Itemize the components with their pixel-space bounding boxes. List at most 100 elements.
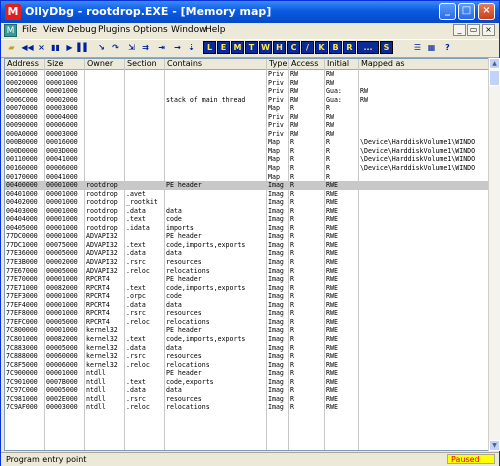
table-row[interactable]: 7C888000 00060000 kernel32 .rsrc resources Im…: [5, 352, 488, 361]
column-header-address[interactable]: Address: [5, 59, 45, 69]
vertical-scrollbar[interactable]: ▲ ▼: [488, 58, 500, 451]
column-header-mapped-as[interactable]: Mapped as: [359, 59, 488, 69]
cell-owner: RPCRT4: [86, 300, 110, 309]
table-row[interactable]: 7C883000 00005000 kernel32 .data data Imag R RW…: [5, 344, 488, 353]
scroll-down-arrow-icon[interactable]: ▼: [489, 440, 500, 451]
table-row[interactable]: 00402000 00001000 rootdrop _rootkit Imag R RWE: [5, 198, 488, 207]
step-into-icon[interactable]: ↘: [95, 41, 108, 54]
column-header-owner[interactable]: Owner: [85, 59, 125, 69]
table-row[interactable]: 00160000 00006000 Map R R \Device\HarddiskVol…: [5, 164, 488, 173]
table-row[interactable]: 77EFC000 00005000 RPCRT4 .reloc relocations I…: [5, 318, 488, 327]
scroll-thumb[interactable]: [489, 70, 500, 86]
references-button[interactable]: R: [343, 41, 356, 54]
go-to-address-icon[interactable]: →: [171, 41, 184, 54]
table-row[interactable]: 7C800000 00001000 kernel32 PE header Imag R RW…: [5, 326, 488, 335]
menu-view[interactable]: View: [43, 25, 64, 35]
run-trace-button[interactable]: ...: [357, 41, 379, 54]
mdi-child-icon[interactable]: M: [4, 24, 17, 37]
menu-plugins[interactable]: Plugins: [98, 25, 130, 35]
table-row[interactable]: 77E71000 00082000 RPCRT4 .text code,imports,…: [5, 284, 488, 293]
table-row[interactable]: 00060000 00001000 Priv RW Gua: RW: [5, 87, 488, 96]
table-row[interactable]: 000A0000 00003000 Priv RW RW: [5, 130, 488, 139]
table-row[interactable]: 0006C000 00002000 stack of main thread Priv…: [5, 96, 488, 105]
table-row[interactable]: 77EF8000 00001000 RPCRT4 .rsrc resources Imag…: [5, 309, 488, 318]
handles-button[interactable]: H: [273, 41, 286, 54]
table-row[interactable]: 00403000 00001000 rootdrop .data data Imag R RW…: [5, 207, 488, 216]
ollydbg-app-icon[interactable]: M: [5, 4, 21, 20]
table-row[interactable]: 000B0000 00016000 Map R R \Device\HarddiskVol…: [5, 138, 488, 147]
mdi-minimize-button[interactable]: _: [453, 24, 466, 36]
table-row[interactable]: 77E36000 00005000 ADVAPI32 .data data Imag R RW…: [5, 249, 488, 258]
memory-map-button[interactable]: M: [231, 41, 244, 54]
cpu-button[interactable]: C: [287, 41, 300, 54]
grid-view-icon[interactable]: ▦: [425, 41, 438, 54]
list-view-icon[interactable]: ☰: [411, 41, 424, 54]
maximize-button[interactable]: □: [458, 3, 475, 20]
table-row[interactable]: 7C97C000 00005000 ntdll .data data Imag R RWE: [5, 386, 488, 395]
table-row[interactable]: 7C900000 00001000 ntdll PE header Imag R RWE: [5, 369, 488, 378]
table-row[interactable]: 77DC1000 00075000 ADVAPI32 .text code,import…: [5, 241, 488, 250]
table-row[interactable]: 77E3B000 00002000 ADVAPI32 .rsrc resources Im…: [5, 258, 488, 267]
table-row[interactable]: 77DC0000 00001000 ADVAPI32 PE header Imag R RW…: [5, 232, 488, 241]
minimize-button[interactable]: _: [439, 3, 456, 20]
close-process-icon[interactable]: ×: [35, 41, 48, 54]
table-row[interactable]: 00404000 00001000 rootdrop .text code Imag R RW…: [5, 215, 488, 224]
table-row[interactable]: 7C801000 00082000 kernel32 .text code,import…: [5, 335, 488, 344]
execute-till-user-icon[interactable]: ⇣: [185, 41, 198, 54]
close-button[interactable]: ×: [478, 3, 495, 20]
table-row[interactable]: 7C9AF000 00003000 ntdll .reloc relocations Im…: [5, 403, 488, 412]
table-row[interactable]: 7C8F5000 00006000 kernel32 .reloc relocation…: [5, 361, 488, 370]
table-row[interactable]: 00010000 00001000 Priv RW RW: [5, 70, 488, 79]
table-row[interactable]: 77EF4000 00001000 RPCRT4 .data data Imag R RWE: [5, 301, 488, 310]
help-icon[interactable]: ?: [441, 41, 454, 54]
menu-help[interactable]: Help: [205, 25, 226, 35]
table-row[interactable]: 00401000 00001000 rootdrop .avet Imag R RWE: [5, 190, 488, 199]
title-bar[interactable]: M OllyDbg - rootdrop.EXE - [Memory map] …: [1, 1, 499, 23]
menu-options[interactable]: Options: [133, 25, 168, 35]
column-header-size[interactable]: Size: [45, 59, 85, 69]
table-row[interactable]: 00170000 00041000 Map R R: [5, 173, 488, 182]
table-row[interactable]: 77EF3000 00001000 RPCRT4 .orpc code Imag R RWE: [5, 292, 488, 301]
trace-over-icon[interactable]: ⇉: [139, 41, 152, 54]
table-row[interactable]: 000D0000 0003D000 Map R R \Device\HarddiskVol…: [5, 147, 488, 156]
column-header-contains[interactable]: Contains: [165, 59, 267, 69]
table-row[interactable]: 00110000 00041000 Map R R \Device\HarddiskVol…: [5, 155, 488, 164]
table-row[interactable]: 77E67000 00005000 ADVAPI32 .reloc relocation…: [5, 267, 488, 276]
column-header-initial[interactable]: Initial: [325, 59, 359, 69]
threads-button[interactable]: T: [245, 41, 258, 54]
table-row[interactable]: 7C901000 0007B000 ntdll .text code,exports Im…: [5, 378, 488, 387]
table-row[interactable]: 00070000 00003000 Map R R: [5, 104, 488, 113]
execute-till-return-icon[interactable]: ⇥: [155, 41, 168, 54]
open-folder-icon[interactable]: ▰: [5, 41, 18, 54]
menu-debug[interactable]: Debug: [67, 25, 97, 35]
table-row[interactable]: 00020000 00001000 Priv RW RW: [5, 79, 488, 88]
pause-button-icon[interactable]: ▌▌: [77, 41, 90, 54]
executable-modules-button[interactable]: E: [217, 41, 230, 54]
mdi-close-button[interactable]: ×: [482, 24, 495, 36]
column-header-access[interactable]: Access: [289, 59, 325, 69]
table-row[interactable]: 00090000 00006000 Priv RW RW: [5, 121, 488, 130]
menu-file[interactable]: File: [22, 25, 37, 35]
rewind-icon[interactable]: ◀◀: [21, 41, 34, 54]
menu-window[interactable]: Window: [171, 25, 207, 35]
trace-into-icon[interactable]: ⇲: [125, 41, 138, 54]
breakpoints-button[interactable]: B: [329, 41, 342, 54]
scroll-up-arrow-icon[interactable]: ▲: [489, 58, 500, 69]
table-row[interactable]: 00405000 00001000 rootdrop .idata imports Ima…: [5, 224, 488, 233]
call-stack-button[interactable]: K: [315, 41, 328, 54]
mdi-restore-button[interactable]: ▭: [467, 24, 480, 36]
table-row[interactable]: 00080000 00004000 Priv RW RW: [5, 113, 488, 122]
table-row[interactable]: 77E70000 00001000 RPCRT4 PE header Imag R RWE: [5, 275, 488, 284]
column-header-section[interactable]: Section: [125, 59, 165, 69]
column-header-type[interactable]: Type: [267, 59, 289, 69]
table-row[interactable]: 00400000 00001000 rootdrop PE header Imag R RW…: [5, 181, 488, 190]
source-button[interactable]: S: [380, 41, 393, 54]
log-window-button[interactable]: L: [203, 41, 216, 54]
windows-button[interactable]: W: [259, 41, 272, 54]
step-over-icon[interactable]: ↷: [109, 41, 122, 54]
table-row[interactable]: 7C981000 0002E000 ntdll .rsrc resources Imag R…: [5, 395, 488, 404]
patches-button[interactable]: /: [301, 41, 314, 54]
cell-address: 77E70000: [6, 275, 38, 284]
run-icon[interactable]: ▶: [63, 41, 76, 54]
pause-icon[interactable]: ▮▮: [49, 41, 62, 54]
